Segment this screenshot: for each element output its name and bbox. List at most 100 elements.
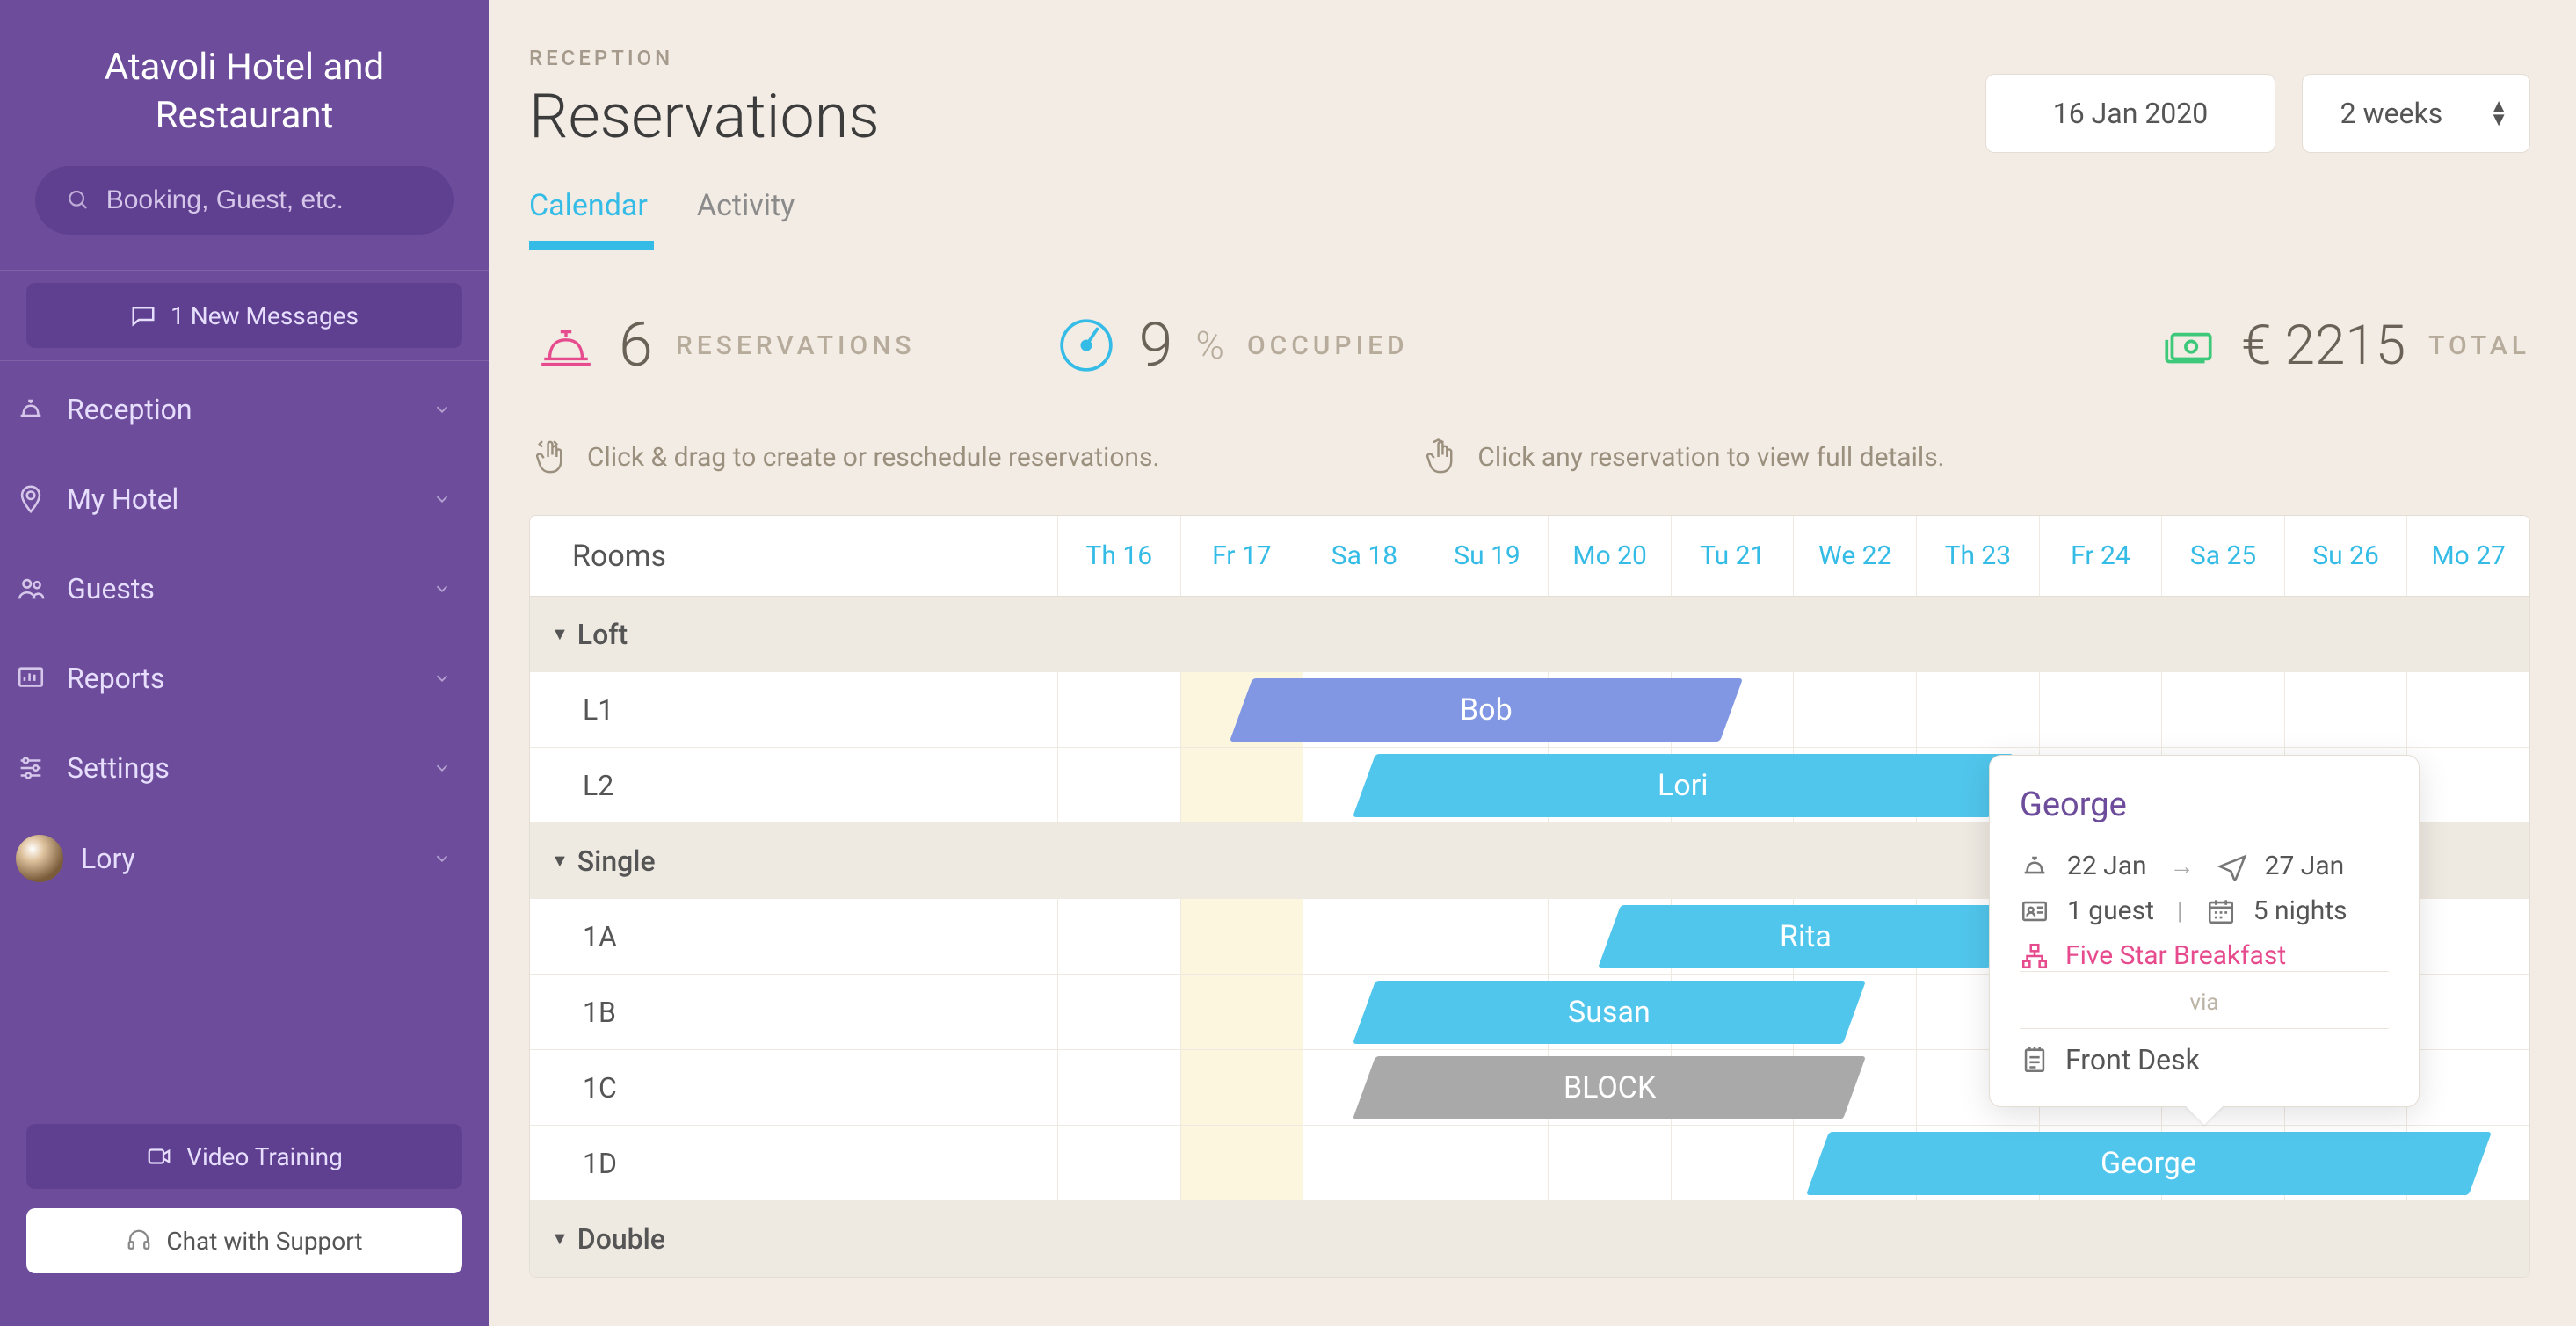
chevron-down-icon [432,669,452,688]
popover-from: 22 Jan [2067,851,2147,881]
bell-icon [536,315,596,375]
calendar-icon [2206,896,2236,926]
breadcrumb: RECEPTION [529,46,2530,70]
hint-text: Click any reservation to view full detai… [1477,442,1944,473]
stat-value: 9 [1139,309,1173,381]
sidebar: Atavoli Hotel and Restaurant 1 New Messa… [0,0,489,1326]
date-value: 16 Jan 2020 [2053,97,2209,130]
reservation-bar[interactable]: Bob [1230,678,1744,742]
day-head[interactable]: Sa 18 [1303,516,1426,597]
reservation-bar[interactable]: BLOCK [1353,1056,1867,1119]
group-name: Loft [577,618,628,651]
day-head[interactable]: Su 26 [2284,516,2407,597]
chevron-down-icon [432,579,452,598]
stat-label: OCCUPIED [1247,330,1409,361]
sidebar-item-guests[interactable]: Guests [0,544,489,634]
room-label: 1A [530,899,1057,975]
reservation-bar[interactable]: Rita [1598,905,2014,968]
gauge-icon [1056,315,1116,375]
separator: | [2177,896,2183,925]
chevron-down-icon [432,849,452,868]
brand-title: Atavoli Hotel and Restaurant [0,35,489,166]
popover-source: Front Desk [2065,1043,2200,1076]
tabs: Calendar Activity [529,188,2530,248]
popover-rate: Five Star Breakfast [2065,940,2286,971]
sidebar-item-reports[interactable]: Reports [0,634,489,723]
stat-occupied: 9 % OCCUPIED [1056,309,1409,381]
day-head[interactable]: Tu 21 [1671,516,1794,597]
group-row-loft[interactable]: ▼ Loft [530,597,2529,672]
day-head[interactable]: Mo 20 [1548,516,1671,597]
sidebar-nav: Reception My Hotel Guests Reports Settin… [0,361,489,1106]
nav-label: Guests [67,572,155,605]
notepad-icon [2020,1045,2050,1075]
search-input-wrap[interactable] [35,166,454,235]
tab-activity[interactable]: Activity [697,188,795,248]
reservation-popover: George 22 Jan → 27 Jan 1 guest | 5 night… [1989,755,2420,1107]
room-label: 1B [530,975,1057,1050]
nav-label: Settings [67,751,170,785]
popover-nights: 5 nights [2253,895,2347,926]
user-name: Lory [81,842,135,875]
reservation-bar[interactable]: Lori [1353,754,2014,817]
collapse-icon: ▼ [551,1228,569,1250]
sidebar-item-settings[interactable]: Settings [0,723,489,813]
tab-calendar[interactable]: Calendar [529,188,648,248]
group-name: Single [577,844,656,878]
reservation-guest: Susan [1568,995,1651,1030]
day-head[interactable]: Su 19 [1426,516,1549,597]
currency: € [2241,314,2271,378]
stat-pct: % [1195,322,1224,368]
date-picker[interactable]: 16 Jan 2020 [1985,74,2275,153]
main: RECEPTION Reservations 16 Jan 2020 2 wee… [489,0,2576,1326]
range-select[interactable]: 2 weeks ▲▼ [2302,74,2530,153]
profile-icon [2020,896,2050,926]
hint-drag: Click & drag to create or reschedule res… [533,438,1159,476]
chat-support-button[interactable]: Chat with Support [26,1208,462,1273]
calendar: Rooms Th 16 Fr 17 Sa 18 Su 19 Mo 20 Tu 2… [529,515,2530,1278]
sidebar-item-myhotel[interactable]: My Hotel [0,454,489,544]
bell-icon [16,395,46,424]
day-head[interactable]: We 22 [1793,516,1916,597]
sliders-icon [16,753,46,783]
page-title: Reservations [529,81,1959,153]
room-label: 1C [530,1050,1057,1126]
day-head[interactable]: Sa 25 [2161,516,2284,597]
day-head[interactable]: Fr 24 [2039,516,2162,597]
pin-icon [16,484,46,514]
calendar-header: Rooms Th 16 Fr 17 Sa 18 Su 19 Mo 20 Tu 2… [530,516,2529,597]
stat-label: RESERVATIONS [676,330,916,361]
day-head[interactable]: Mo 27 [2406,516,2529,597]
hand-icon [1423,438,1458,476]
nav-label: Reports [67,662,165,695]
popover-guests: 1 guest [2067,895,2154,926]
messages-button[interactable]: 1 New Messages [26,283,462,348]
day-head[interactable]: Fr 17 [1180,516,1303,597]
chat-support-label: Chat with Support [166,1227,362,1256]
search-icon [67,187,91,214]
reservation-bar[interactable]: Susan [1353,981,1867,1044]
stat-label: TOTAL [2428,330,2530,361]
nav-label: My Hotel [67,482,178,516]
bell-icon [2020,851,2050,881]
stat-total: € 2215 TOTAL [2159,314,2530,378]
day-head[interactable]: Th 23 [1916,516,2039,597]
reservation-bar[interactable]: George [1806,1132,2492,1195]
popover-guest: George [2020,786,2389,824]
reservation-guest: BLOCK [1563,1070,1655,1105]
reservation-guest: George [2101,1146,2197,1181]
search-input[interactable] [106,185,422,215]
arrow-icon: → [2170,851,2195,880]
video-training-button[interactable]: Video Training [26,1124,462,1189]
group-row-double[interactable]: ▼ Double [530,1201,2529,1277]
plane-icon [2217,851,2247,881]
group-name: Double [577,1222,665,1256]
sidebar-item-reception[interactable]: Reception [0,365,489,454]
avatar [16,835,63,882]
headset-icon [126,1228,152,1254]
sidebar-user[interactable]: Lory [0,813,489,904]
hint-text: Click & drag to create or reschedule res… [587,442,1159,473]
via-label: via [2020,989,2389,1016]
video-icon [146,1143,172,1170]
day-head[interactable]: Th 16 [1057,516,1180,597]
